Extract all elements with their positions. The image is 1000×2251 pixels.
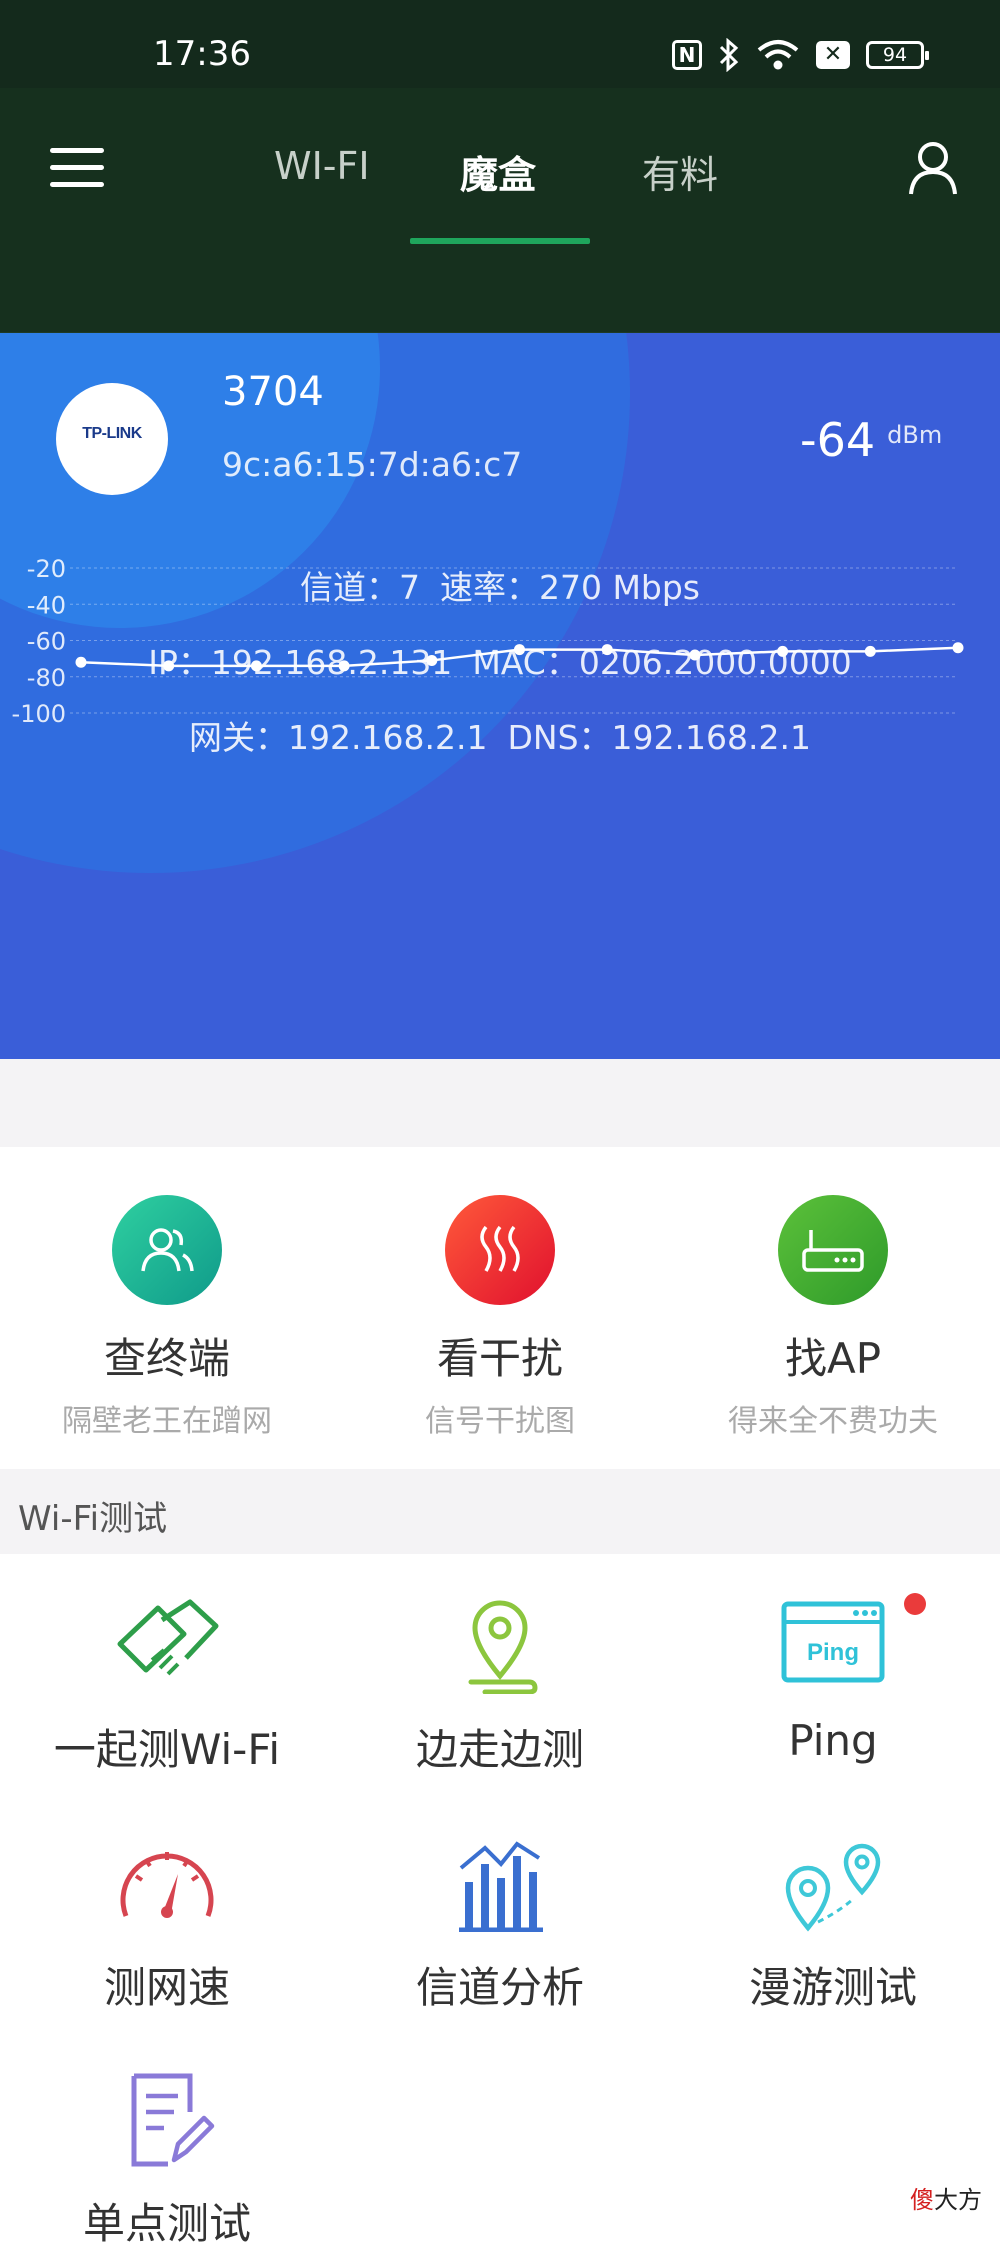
signal-strength: -64 dBm (800, 413, 942, 467)
tool-label: 测网速 (103, 1963, 230, 2012)
ping-icon: Ping (778, 1598, 888, 1694)
tool-label: 一起测Wi-Fi (53, 1725, 281, 1774)
roaming-pins-icon (778, 1836, 888, 1932)
tool-channel-analysis[interactable]: 信道分析 (333, 1836, 667, 2015)
tab-youliao[interactable]: 有料 (642, 144, 718, 199)
signal-value: -64 (800, 413, 876, 467)
location-pin-icon (445, 1598, 555, 1695)
chart-y-tick-label: -40 (27, 591, 66, 619)
chart-point (601, 644, 613, 656)
document-edit-icon (112, 2072, 222, 2168)
nfc-icon: N (672, 40, 702, 70)
tool-speed-test[interactable]: 测网速 (0, 1836, 334, 2015)
logo-text: TP-LINK (82, 425, 142, 442)
tool-label: 漫游测试 (748, 1963, 917, 2012)
tool-label: 信道分析 (415, 1963, 584, 2012)
active-tab-indicator (410, 238, 590, 244)
section-title: Wi-Fi测试 (18, 1499, 168, 1539)
quick-action-find-ap[interactable]: 找AP 得来全不费功夫 (666, 1195, 1000, 1440)
ssid: 3704 (222, 369, 324, 415)
signal-unit: dBm (887, 421, 943, 449)
chart-point (777, 645, 789, 657)
quick-action-subtitle: 隔壁老王在蹭网 (62, 1404, 272, 1439)
tool-roaming-test[interactable]: 漫游测试 (666, 1836, 1000, 2015)
chart-y-tick-label: -20 (27, 555, 66, 583)
router-icon (778, 1195, 888, 1305)
chart-y-tick-label: -100 (12, 700, 66, 728)
quick-action-title: 找AP (784, 1334, 882, 1383)
status-bar: 17:36 N ✕ 94 (0, 0, 1000, 88)
section-header: Wi-Fi测试 (0, 1469, 1000, 1554)
users-icon (112, 1195, 222, 1305)
bssid: 9c:a6:15:7d:a6:c7 (222, 445, 523, 484)
quick-action-interference[interactable]: 看干扰 信号干扰图 (333, 1195, 667, 1440)
quick-action-terminals[interactable]: 查终端 隔壁老王在蹭网 (0, 1195, 334, 1440)
chart-point (514, 644, 525, 656)
bar-chart-icon (445, 1836, 555, 1933)
chart-point (689, 649, 701, 661)
top-nav: WI-FI 魔盒 有料 (0, 88, 1000, 333)
watermark-rest: 大方 (934, 2186, 982, 2214)
connection-info-panel: TP-LINK 3704 9c:a6:15:7d:a6:c7 -64 dBm 信道… (0, 333, 1000, 1059)
battery-icon: 94 (866, 41, 929, 69)
chart-point (864, 645, 876, 657)
tool-label: 单点测试 (82, 2199, 251, 2248)
quick-action-subtitle: 信号干扰图 (425, 1404, 575, 1439)
bluetooth-icon (719, 38, 739, 72)
status-time: 17:36 (153, 34, 251, 74)
chart-point (163, 660, 175, 672)
quick-action-subtitle: 得来全不费功夫 (728, 1404, 938, 1439)
router-brand-logo[interactable]: TP-LINK (56, 383, 168, 495)
notification-dot (904, 1593, 926, 1615)
handshake-icon (112, 1598, 222, 1694)
status-icons: N ✕ 94 (672, 38, 929, 72)
chart-point (426, 654, 438, 666)
menu-icon[interactable] (50, 148, 104, 188)
chart-y-tick-label: -60 (27, 628, 66, 656)
wifi-icon (757, 40, 799, 70)
chart-point (250, 660, 262, 672)
tool-label: 边走边测 (415, 1725, 584, 1774)
tool-walk-test[interactable]: 边走边测 (333, 1598, 667, 1777)
quick-action-title: 查终端 (103, 1334, 230, 1383)
signal-history-chart: -20 -40 -60 -80 -100 (12, 555, 964, 728)
quick-action-title: 看干扰 (436, 1334, 563, 1383)
chart-y-tick-label: -80 (27, 664, 66, 692)
chart-point (952, 642, 964, 654)
sim-x-icon: ✕ (816, 41, 850, 69)
tab-wifi[interactable]: WI-FI (274, 144, 370, 188)
speedometer-icon (112, 1836, 222, 1932)
tool-test-together[interactable]: 一起测Wi-Fi (0, 1598, 334, 1777)
tool-ping[interactable]: Ping Ping (666, 1598, 1000, 1765)
watermark-red: 傻 (910, 2186, 934, 2214)
tool-label: Ping (788, 1716, 878, 1765)
user-icon[interactable] (906, 140, 960, 196)
svg-text:Ping: Ping (807, 1639, 859, 1666)
watermark: 傻大方 (910, 2180, 982, 2215)
interference-icon (445, 1195, 555, 1305)
spacer-band (0, 1059, 1000, 1147)
chart-point (338, 660, 350, 672)
tab-mohe[interactable]: 魔盒 (460, 144, 536, 199)
chart-point (75, 656, 87, 668)
tool-single-point-test[interactable]: 单点测试 (0, 2072, 334, 2251)
